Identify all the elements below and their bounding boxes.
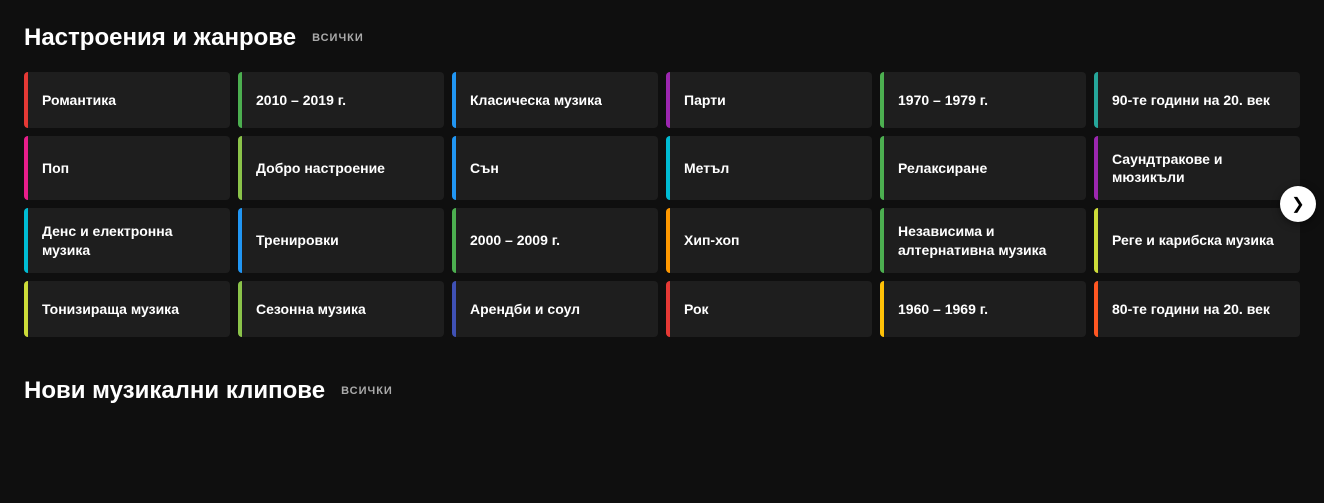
genre-label: Хип-хоп [684,231,740,249]
genre-label: Релаксиране [898,159,987,177]
moods-title: Настроения и жанрове [24,24,296,52]
genre-label: Независима и алтернативна музика [898,222,1072,258]
genre-label: Саундтракове и мюзикъли [1112,150,1286,186]
genre-label: Парти [684,91,726,109]
genre-card[interactable]: Релаксиране [880,136,1086,200]
genre-label: Поп [42,159,69,177]
genre-label: Рок [684,300,709,318]
genre-label: Сезонна музика [256,300,366,318]
genre-grid-wrapper: Романтика 2010 – 2019 г. Класическа музика… [24,72,1300,337]
genre-label: 2010 – 2019 г. [256,91,346,109]
genre-label: Метъл [684,159,729,177]
genre-label: Тонизираща музика [42,300,179,318]
genre-card[interactable]: Реге и карибска музика [1094,208,1300,272]
moods-section: Настроения и жанрове ВСИЧКИ Романтика 201… [0,0,1324,349]
genre-grid: Романтика 2010 – 2019 г. Класическа музика… [24,72,1300,337]
genre-label: 1970 – 1979 г. [898,91,988,109]
genre-card[interactable]: Саундтракове и мюзикъли [1094,136,1300,200]
genre-card[interactable]: Поп [24,136,230,200]
genre-card[interactable]: Тренировки [238,208,444,272]
genre-card[interactable]: Сезонна музика [238,281,444,337]
genre-label: 80-те години на 20. век [1112,300,1270,318]
genre-card[interactable]: Добро настроение [238,136,444,200]
genre-card[interactable]: Хип-хоп [666,208,872,272]
genre-card[interactable]: 1960 – 1969 г. [880,281,1086,337]
genre-label: Реге и карибска музика [1112,231,1274,249]
genre-card[interactable]: Независима и алтернативна музика [880,208,1086,272]
genre-card[interactable]: Тонизираща музика [24,281,230,337]
genre-card[interactable]: 90-те години на 20. век [1094,72,1300,128]
new-videos-all-link[interactable]: ВСИЧКИ [341,385,393,397]
genre-card[interactable]: Романтика [24,72,230,128]
genre-card[interactable]: Класическа музика [452,72,658,128]
genre-card[interactable]: Денс и електронна музика [24,208,230,272]
genre-label: Денс и електронна музика [42,222,216,258]
genre-card[interactable]: 1970 – 1979 г. [880,72,1086,128]
genre-card[interactable]: Арендби и соул [452,281,658,337]
genre-card[interactable]: Сън [452,136,658,200]
genre-label: Класическа музика [470,91,602,109]
moods-all-link[interactable]: ВСИЧКИ [312,32,364,44]
genre-card[interactable]: 2000 – 2009 г. [452,208,658,272]
moods-section-header: Настроения и жанрове ВСИЧКИ [24,24,1300,52]
genre-label: Арендби и соул [470,300,580,318]
genre-card[interactable]: Метъл [666,136,872,200]
genre-label: 2000 – 2009 г. [470,231,560,249]
genre-card[interactable]: 80-те години на 20. век [1094,281,1300,337]
genre-label: Сън [470,159,499,177]
genre-label: Добро настроение [256,159,385,177]
genre-label: 1960 – 1969 г. [898,300,988,318]
genre-card[interactable]: 2010 – 2019 г. [238,72,444,128]
genre-card[interactable]: Рок [666,281,872,337]
next-arrow[interactable]: ❯ [1280,186,1316,222]
new-videos-header: Нови музикални клипове ВСИЧКИ [24,377,1300,405]
new-videos-section: Нови музикални клипове ВСИЧКИ [0,349,1324,437]
genre-label: Романтика [42,91,116,109]
new-videos-title: Нови музикални клипове [24,377,325,405]
chevron-right-icon: ❯ [1291,194,1304,214]
genre-label: Тренировки [256,231,339,249]
genre-label: 90-те години на 20. век [1112,91,1270,109]
genre-card[interactable]: Парти [666,72,872,128]
